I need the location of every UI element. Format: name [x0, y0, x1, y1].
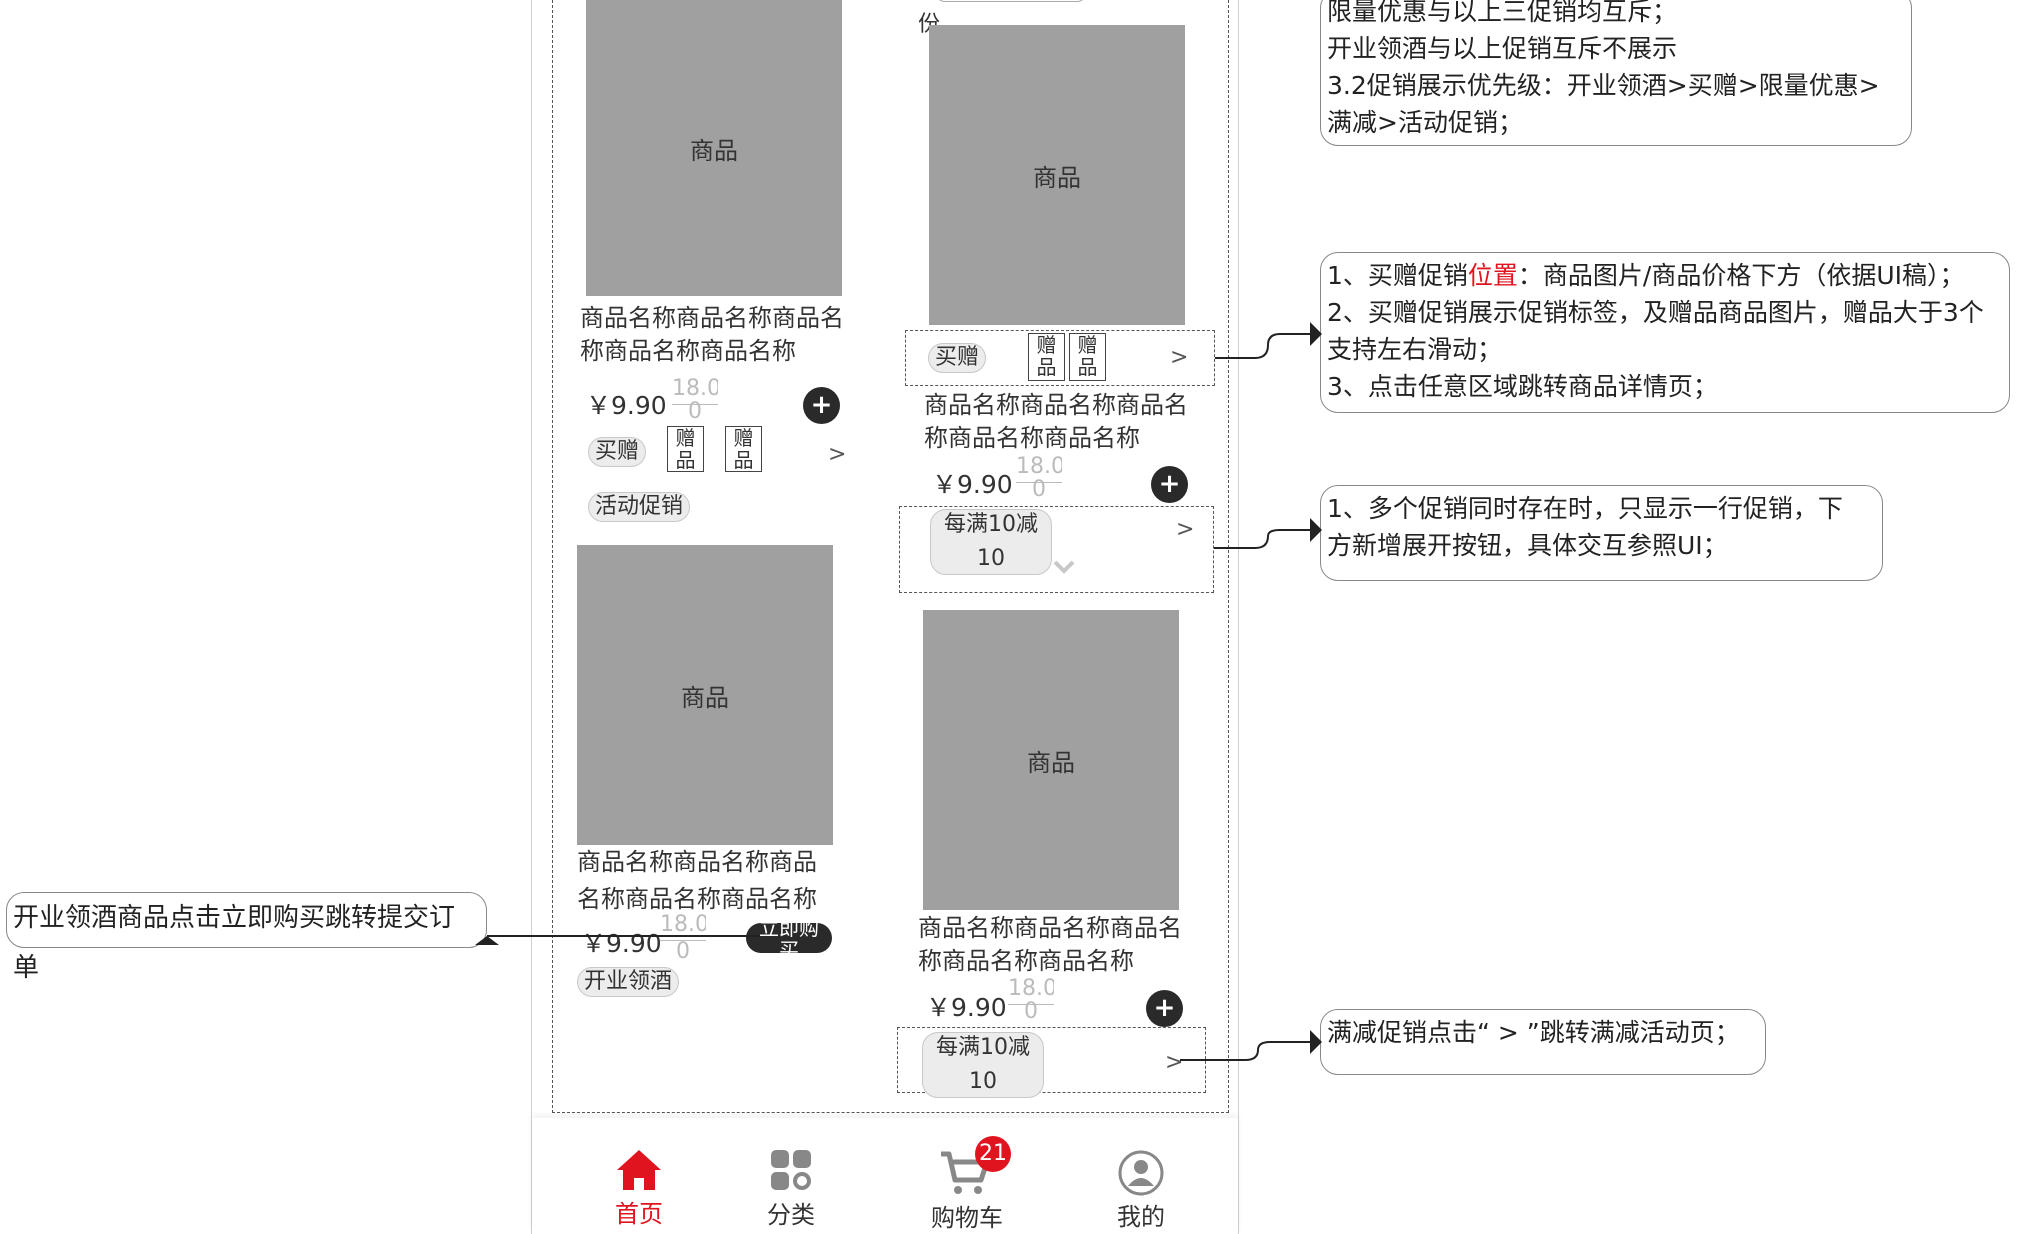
- arrowhead: [475, 322, 1322, 1054]
- connector-lines: [475, 322, 1322, 1061]
- connector-arrow: [487, 333, 1310, 1061]
